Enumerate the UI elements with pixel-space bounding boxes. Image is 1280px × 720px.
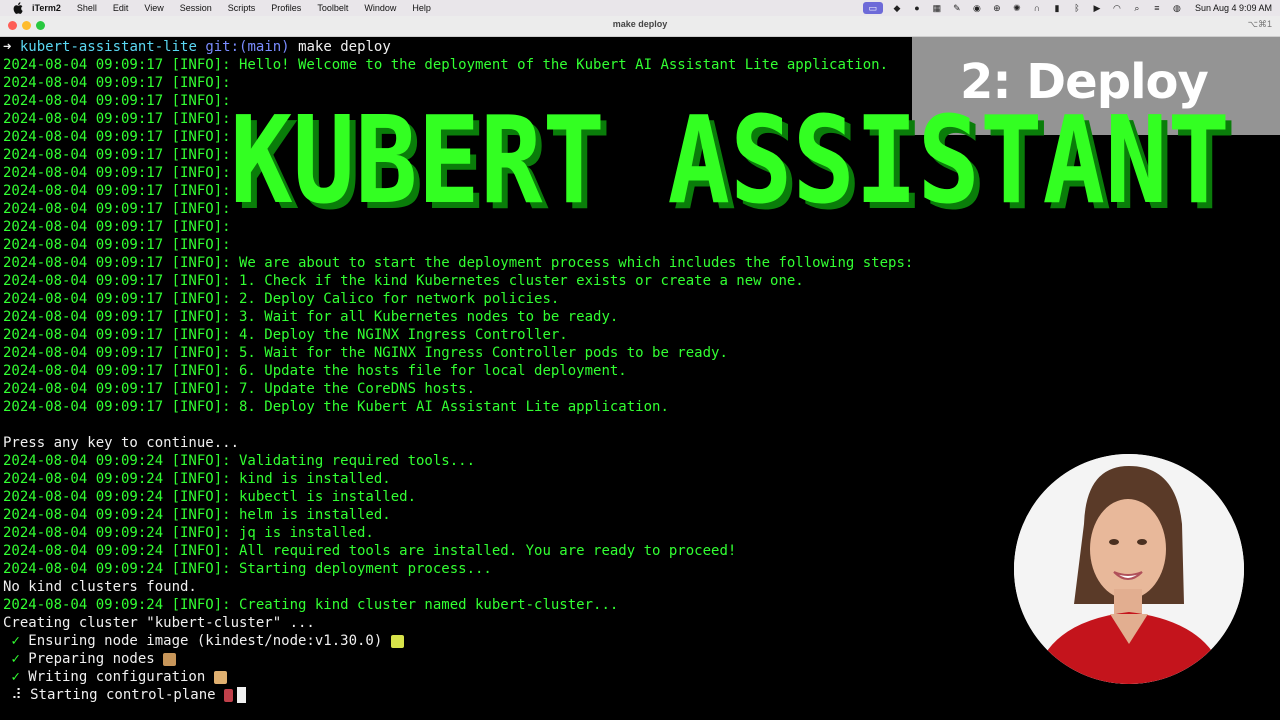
log-line: 2024-08-04 09:09:17 [INFO]: 7. Update th… xyxy=(3,381,476,397)
cluster-step: ✓ Ensuring node image (kindest/node:v1.3… xyxy=(3,632,404,650)
log-line: 2024-08-04 09:09:17 [INFO]: 5. Wait for … xyxy=(3,345,728,361)
step-text: Writing configuration xyxy=(19,669,206,685)
log-line: 2024-08-04 09:09:17 [INFO]: xyxy=(3,147,231,163)
prompt-directory: kubert-assistant-lite xyxy=(19,39,197,55)
step-text: Starting control-plane xyxy=(21,687,216,703)
globe-icon[interactable]: ⊕ xyxy=(991,2,1003,14)
menu-bar: iTerm2 Shell Edit View Session Scripts P… xyxy=(0,0,1280,16)
wifi-icon[interactable]: ◠ xyxy=(1111,2,1123,14)
menu-toolbelt[interactable]: Toolbelt xyxy=(317,3,348,13)
prompt-command: make deploy xyxy=(298,39,391,55)
log-line: 2024-08-04 09:09:24 [INFO]: Validating r… xyxy=(3,453,476,469)
menu-profiles[interactable]: Profiles xyxy=(271,3,301,13)
log-line: 2024-08-04 09:09:17 [INFO]: xyxy=(3,237,231,253)
log-line: 2024-08-04 09:09:17 [INFO]: xyxy=(3,111,231,127)
menu-window[interactable]: Window xyxy=(364,3,396,13)
log-line: 2024-08-04 09:09:24 [INFO]: jq is instal… xyxy=(3,525,374,541)
menu-scripts[interactable]: Scripts xyxy=(228,3,256,13)
log-line: 2024-08-04 09:09:17 [INFO]: 6. Update th… xyxy=(3,363,627,379)
cluster-step: ⠼ Starting control-plane xyxy=(3,686,246,704)
apple-menu-icon[interactable] xyxy=(12,2,24,14)
step-spinner-icon: ⠼ xyxy=(3,687,22,703)
press-key-prompt: Press any key to continue... xyxy=(3,435,240,451)
no-clusters-message: No kind clusters found. xyxy=(3,579,197,595)
prompt-line: ➜ kubert-assistant-lite git:(main) make … xyxy=(3,38,391,56)
zoom-icon[interactable]: ◉ xyxy=(971,2,983,14)
menu-view[interactable]: View xyxy=(144,3,163,13)
log-line: 2024-08-04 09:09:24 [INFO]: Starting dep… xyxy=(3,561,492,577)
step-check-icon: ✓ xyxy=(3,669,20,685)
step-check-icon: ✓ xyxy=(3,651,20,667)
log-line: 2024-08-04 09:09:17 [INFO]: 1. Check if … xyxy=(3,273,804,289)
log-line: 2024-08-04 09:09:24 [INFO]: kubectl is i… xyxy=(3,489,417,505)
package-emoji-icon xyxy=(163,652,177,666)
log-line: 2024-08-04 09:09:17 [INFO]: xyxy=(3,75,231,91)
grid-icon[interactable]: ▦ xyxy=(931,2,943,14)
log-line: 2024-08-04 09:09:17 [INFO]: xyxy=(3,219,231,235)
presenter-avatar xyxy=(1014,454,1244,684)
window-title: make deploy xyxy=(612,19,668,29)
bluetooth-icon[interactable]: ᛒ xyxy=(1071,2,1083,14)
log-line: 2024-08-04 09:09:24 [INFO]: helm is inst… xyxy=(3,507,391,523)
terminal-cursor[interactable] xyxy=(237,687,246,703)
joystick-emoji-icon xyxy=(224,688,233,702)
creating-cluster-message: Creating cluster "kubert-cluster" ... xyxy=(3,615,315,631)
docker-icon[interactable]: ◆ xyxy=(891,2,903,14)
step-text: Ensuring node image (kindest/node:v1.30.… xyxy=(19,633,383,649)
chrome-icon[interactable]: ● xyxy=(911,2,923,14)
headphones-icon[interactable]: ∩ xyxy=(1031,2,1043,14)
window-shortcut: ⌥⌘1 xyxy=(1247,19,1272,29)
menu-help[interactable]: Help xyxy=(412,3,431,13)
cluster-step: ✓ Preparing nodes xyxy=(3,650,177,668)
prompt-git-branch: git:(main) xyxy=(205,39,290,55)
log-line: 2024-08-04 09:09:17 [INFO]: We are about… xyxy=(3,255,914,271)
pen-icon[interactable]: ✎ xyxy=(951,2,963,14)
log-line: 2024-08-04 09:09:17 [INFO]: 8. Deploy th… xyxy=(3,399,669,415)
status-area: ▭ ◆ ● ▦ ✎ ◉ ⊕ ✺ ∩ ▮ ᛒ ▶ ◠ ⌕ ≡ ◍ Sun Aug … xyxy=(862,0,1272,16)
log-line: 2024-08-04 09:09:17 [INFO]: xyxy=(3,183,231,199)
log-line: 2024-08-04 09:09:17 [INFO]: xyxy=(3,165,231,181)
log-line: 2024-08-04 09:09:17 [INFO]: xyxy=(3,93,231,109)
scroll-emoji-icon xyxy=(213,670,227,684)
log-line: 2024-08-04 09:09:17 [INFO]: xyxy=(3,201,231,217)
play-icon[interactable]: ▶ xyxy=(1091,2,1103,14)
log-line: 2024-08-04 09:09:24 [INFO]: kind is inst… xyxy=(3,471,391,487)
clock[interactable]: Sun Aug 4 9:09 AM xyxy=(1195,3,1272,13)
battery-icon[interactable]: ▮ xyxy=(1051,2,1063,14)
image-emoji-icon xyxy=(390,634,404,648)
prompt-arrow-icon: ➜ xyxy=(3,39,12,55)
search-icon[interactable]: ⌕ xyxy=(1131,2,1143,14)
menu-app-name[interactable]: iTerm2 xyxy=(32,3,61,13)
banner-title: KUBERT ASSISTANT xyxy=(230,96,1230,226)
log-line: 2024-08-04 09:09:24 [INFO]: All required… xyxy=(3,543,737,559)
presenter-video xyxy=(1014,454,1244,684)
window-title-bar[interactable]: make deploy ⌥⌘1 xyxy=(0,16,1280,37)
menu-session[interactable]: Session xyxy=(180,3,212,13)
openai-icon[interactable]: ✺ xyxy=(1011,2,1023,14)
menu-edit[interactable]: Edit xyxy=(113,3,129,13)
step-text: Preparing nodes xyxy=(19,651,155,667)
menu-shell[interactable]: Shell xyxy=(77,3,97,13)
log-line: 2024-08-04 09:09:24 [INFO]: Creating kin… xyxy=(3,597,619,613)
control-center-icon[interactable]: ≡ xyxy=(1151,2,1163,14)
step-check-icon: ✓ xyxy=(3,633,20,649)
siri-icon[interactable]: ◍ xyxy=(1171,2,1183,14)
cluster-step: ✓ Writing configuration xyxy=(3,668,227,686)
screen-share-icon[interactable]: ▭ xyxy=(862,2,883,14)
ascii-banner: KUBERT ASSISTANT KUBERT ASSISTANT xyxy=(230,96,1236,226)
log-line: 2024-08-04 09:09:17 [INFO]: 4. Deploy th… xyxy=(3,327,568,343)
log-line: 2024-08-04 09:09:17 [INFO]: 2. Deploy Ca… xyxy=(3,291,560,307)
log-line: 2024-08-04 09:09:17 [INFO]: Hello! Welco… xyxy=(3,57,889,73)
log-line: 2024-08-04 09:09:17 [INFO]: 3. Wait for … xyxy=(3,309,619,325)
log-line: 2024-08-04 09:09:17 [INFO]: xyxy=(3,129,231,145)
